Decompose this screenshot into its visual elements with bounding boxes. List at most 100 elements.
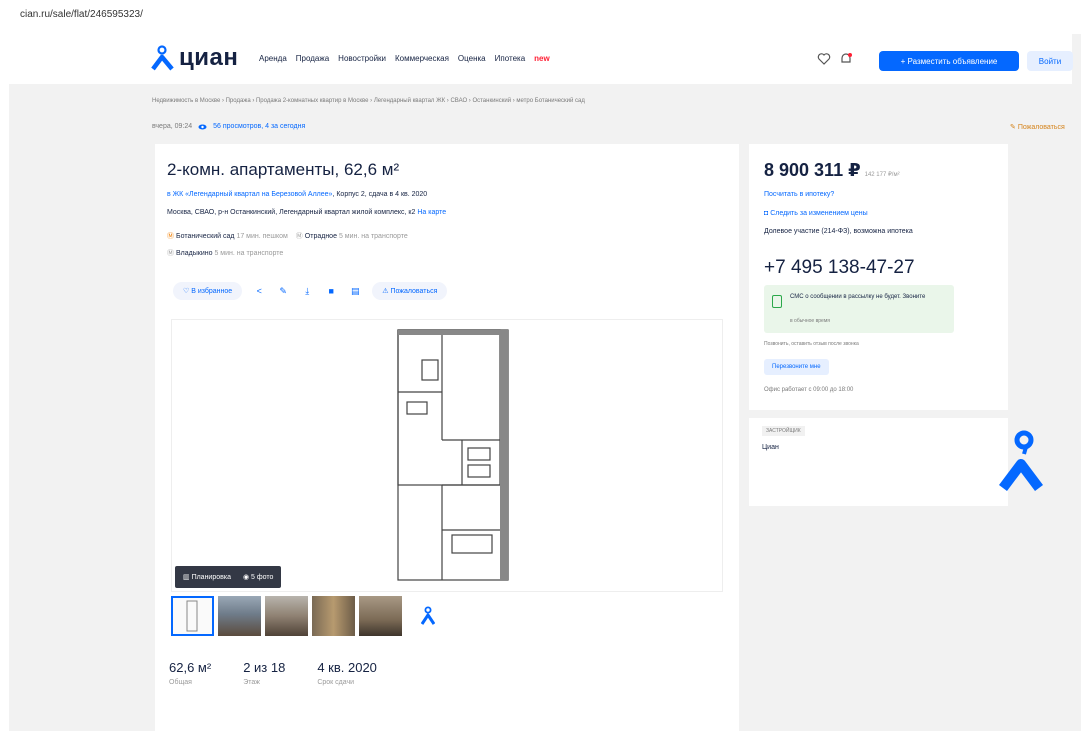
eye-icon bbox=[198, 124, 207, 129]
camera-icon: ◘ bbox=[764, 210, 769, 217]
phone-icon bbox=[772, 295, 782, 308]
post-listing-button[interactable]: + Разместить объявление bbox=[879, 51, 1019, 71]
nav-new-badge: new bbox=[534, 54, 550, 63]
nav-valuation[interactable]: Оценка bbox=[458, 54, 486, 63]
metro-item[interactable]: Ⓜ Владыкино 5 мин. на транспорте bbox=[167, 248, 283, 258]
thumbnail-photo[interactable] bbox=[218, 596, 261, 636]
developer-card[interactable]: ЗАСТРОЙЩИК Циан bbox=[749, 418, 1043, 506]
cian-small-icon bbox=[420, 606, 435, 625]
remind-link[interactable]: Позвонить, оставить отзыв после звонка bbox=[764, 341, 859, 347]
nav-commercial[interactable]: Коммерческая bbox=[395, 54, 449, 63]
fact-area: 62,6 м² Общая bbox=[169, 660, 211, 686]
nav-rent[interactable]: Аренда bbox=[259, 54, 287, 63]
fact-value: 62,6 м² bbox=[169, 660, 212, 675]
address-bar[interactable]: cian.ru/sale/flat/246595323/ bbox=[0, 0, 1081, 34]
fact-floor: 2 из 18 Этаж bbox=[243, 660, 285, 686]
thumbnail-photo[interactable] bbox=[265, 596, 308, 636]
metro-icon: Ⓜ bbox=[167, 233, 174, 240]
price-per-m: 142 177 ₽/м² bbox=[864, 172, 900, 178]
metro-item[interactable]: Ⓜ Ботанический сад 17 мин. пешком bbox=[167, 231, 288, 241]
url-text: cian.ru/sale/flat/246595323/ bbox=[20, 9, 143, 20]
metro-list: Ⓜ Ботанический сад 17 мин. пешком Ⓜ Отрадн… bbox=[167, 231, 408, 241]
thumbnail-strip bbox=[171, 596, 449, 636]
logo-text: циан bbox=[179, 44, 239, 71]
tab-floor-plan[interactable]: ▥ Планировка bbox=[183, 573, 231, 581]
nav-new-buildings[interactable]: Новостройки bbox=[338, 54, 386, 63]
price-sidebar: 8 900 311 ₽142 177 ₽/м² Посчитать в ипот… bbox=[749, 144, 1008, 410]
tab-photos-label: 5 фото bbox=[251, 574, 274, 581]
developer-name: Циан bbox=[762, 444, 779, 451]
metro-icon: Ⓜ bbox=[295, 233, 303, 240]
complain-link[interactable]: ✎ Пожаловаться bbox=[1010, 123, 1065, 131]
bell-icon[interactable] bbox=[839, 52, 853, 66]
sms-notice: СМС о сообщении в рассылку не будет. Зво… bbox=[764, 285, 954, 333]
floor-plan-image bbox=[397, 329, 509, 581]
map-link[interactable]: На карте bbox=[417, 209, 446, 216]
metro-name: Ботанический сад bbox=[176, 233, 235, 240]
heart-icon[interactable] bbox=[817, 52, 831, 66]
thumbnail-floor-plan[interactable] bbox=[171, 596, 214, 636]
main-nav: Аренда Продажа Новостройки Коммерческая … bbox=[259, 54, 550, 63]
download-icon[interactable]: ⤓ bbox=[300, 284, 314, 298]
thumbnail-photo[interactable] bbox=[312, 596, 355, 636]
gallery-tabs: ▥ Планировка ◉ 5 фото bbox=[175, 566, 282, 588]
listing-title: 2-комн. апартаменты, 62,6 м² bbox=[167, 160, 400, 179]
complain-label: Пожаловаться bbox=[1017, 124, 1065, 131]
print-icon[interactable]: ■ bbox=[324, 284, 338, 298]
watch-price-link[interactable]: ◘ Следить за изменением цены bbox=[764, 210, 868, 217]
fact-label: Этаж bbox=[243, 679, 260, 686]
report-button[interactable]: ⚠ Пожаловаться bbox=[372, 282, 448, 300]
plan-thumb-icon bbox=[186, 600, 198, 632]
metro-item[interactable]: Ⓜ Отрадное 5 мин. на транспорте bbox=[296, 231, 408, 241]
metro-icon: Ⓜ bbox=[167, 250, 174, 257]
cian-logo[interactable]: циан bbox=[151, 40, 238, 76]
watch-price-label: Следить за изменением цены bbox=[770, 210, 868, 217]
photo-gallery[interactable] bbox=[171, 319, 723, 592]
price: 8 900 311 ₽142 177 ₽/м² bbox=[764, 160, 900, 181]
thumbnail-photo[interactable] bbox=[359, 596, 402, 636]
fact-deadline: 4 кв. 2020 Срок сдачи bbox=[317, 660, 377, 686]
share-icon[interactable]: < bbox=[252, 284, 266, 298]
nav-sale[interactable]: Продажа bbox=[296, 54, 329, 63]
nav-mortgage[interactable]: Ипотека bbox=[495, 54, 526, 63]
edit-icon[interactable]: ✎ bbox=[276, 284, 290, 298]
fact-value: 2 из 18 bbox=[243, 660, 286, 675]
fact-label: Срок сдачи bbox=[317, 679, 355, 686]
compare-icon[interactable]: ▤ bbox=[348, 284, 362, 298]
thumbnail-cian[interactable] bbox=[406, 596, 449, 636]
tab-floor-plan-label: Планировка bbox=[191, 574, 231, 581]
listing-facts: 62,6 м² Общая 2 из 18 Этаж 4 кв. 2020 Ср… bbox=[169, 660, 377, 686]
metro-time: 17 мин. пешком bbox=[236, 233, 288, 240]
report-label: Пожаловаться bbox=[390, 287, 438, 295]
metro-name: Отрадное bbox=[304, 233, 337, 240]
developer-logo-icon bbox=[999, 430, 1043, 491]
tab-photos[interactable]: ◉ 5 фото bbox=[243, 573, 273, 581]
site-header: циан Аренда Продажа Новостройки Коммерче… bbox=[9, 34, 1073, 84]
metro-time: 5 мин. на транспорте bbox=[214, 250, 284, 257]
office-hours: Офис работает с 09:00 до 18:00 bbox=[764, 387, 854, 393]
address-text: Москва, СВАО, р-н Останкинский, Легендар… bbox=[167, 209, 416, 216]
metro-name: Владыкино bbox=[176, 250, 213, 257]
callback-button[interactable]: Перезвоните мне bbox=[764, 359, 829, 375]
favorite-label: В избранное bbox=[191, 287, 233, 295]
listing-actions: ♡ В избранное < ✎ ⤓ ■ ▤ ⚠ Пожаловаться bbox=[173, 282, 448, 300]
listing-card: 2-комн. апартаменты, 62,6 м² в ЖК «Леген… bbox=[155, 144, 739, 731]
deal-terms: Долевое участие (214-ФЗ), возможна ипоте… bbox=[764, 228, 913, 235]
sms-text: СМС о сообщении в рассылку не будет. Зво… bbox=[790, 294, 926, 300]
sms-note: в обычное время bbox=[790, 318, 830, 324]
phone-number[interactable]: +7 495 138-47-27 bbox=[764, 257, 915, 279]
cian-logo-icon bbox=[151, 45, 174, 71]
breadcrumb[interactable]: Недвижимость в Москве › Продажа › Продаж… bbox=[152, 98, 585, 104]
developer-badge: ЗАСТРОЙЩИК bbox=[762, 426, 805, 436]
login-button[interactable]: Войти bbox=[1027, 51, 1073, 71]
favorite-button[interactable]: ♡ В избранное bbox=[173, 282, 243, 300]
publish-date: вчера, 09:24 bbox=[152, 123, 193, 130]
mortgage-link[interactable]: Посчитать в ипотеку? bbox=[764, 191, 834, 198]
address: Москва, СВАО, р-н Останкинский, Легендар… bbox=[167, 209, 446, 216]
listing-stats: вчера, 09:24 56 просмотров, 4 за сегодня bbox=[152, 123, 305, 130]
price-value: 8 900 311 ₽ bbox=[764, 160, 861, 180]
views-link[interactable]: 56 просмотров, 4 за сегодня bbox=[213, 123, 305, 130]
fact-label: Общая bbox=[169, 679, 192, 686]
complex-link[interactable]: в ЖК «Легендарный квартал на Березовой А… bbox=[167, 191, 332, 198]
complex-info: в ЖК «Легендарный квартал на Березовой А… bbox=[167, 191, 427, 198]
